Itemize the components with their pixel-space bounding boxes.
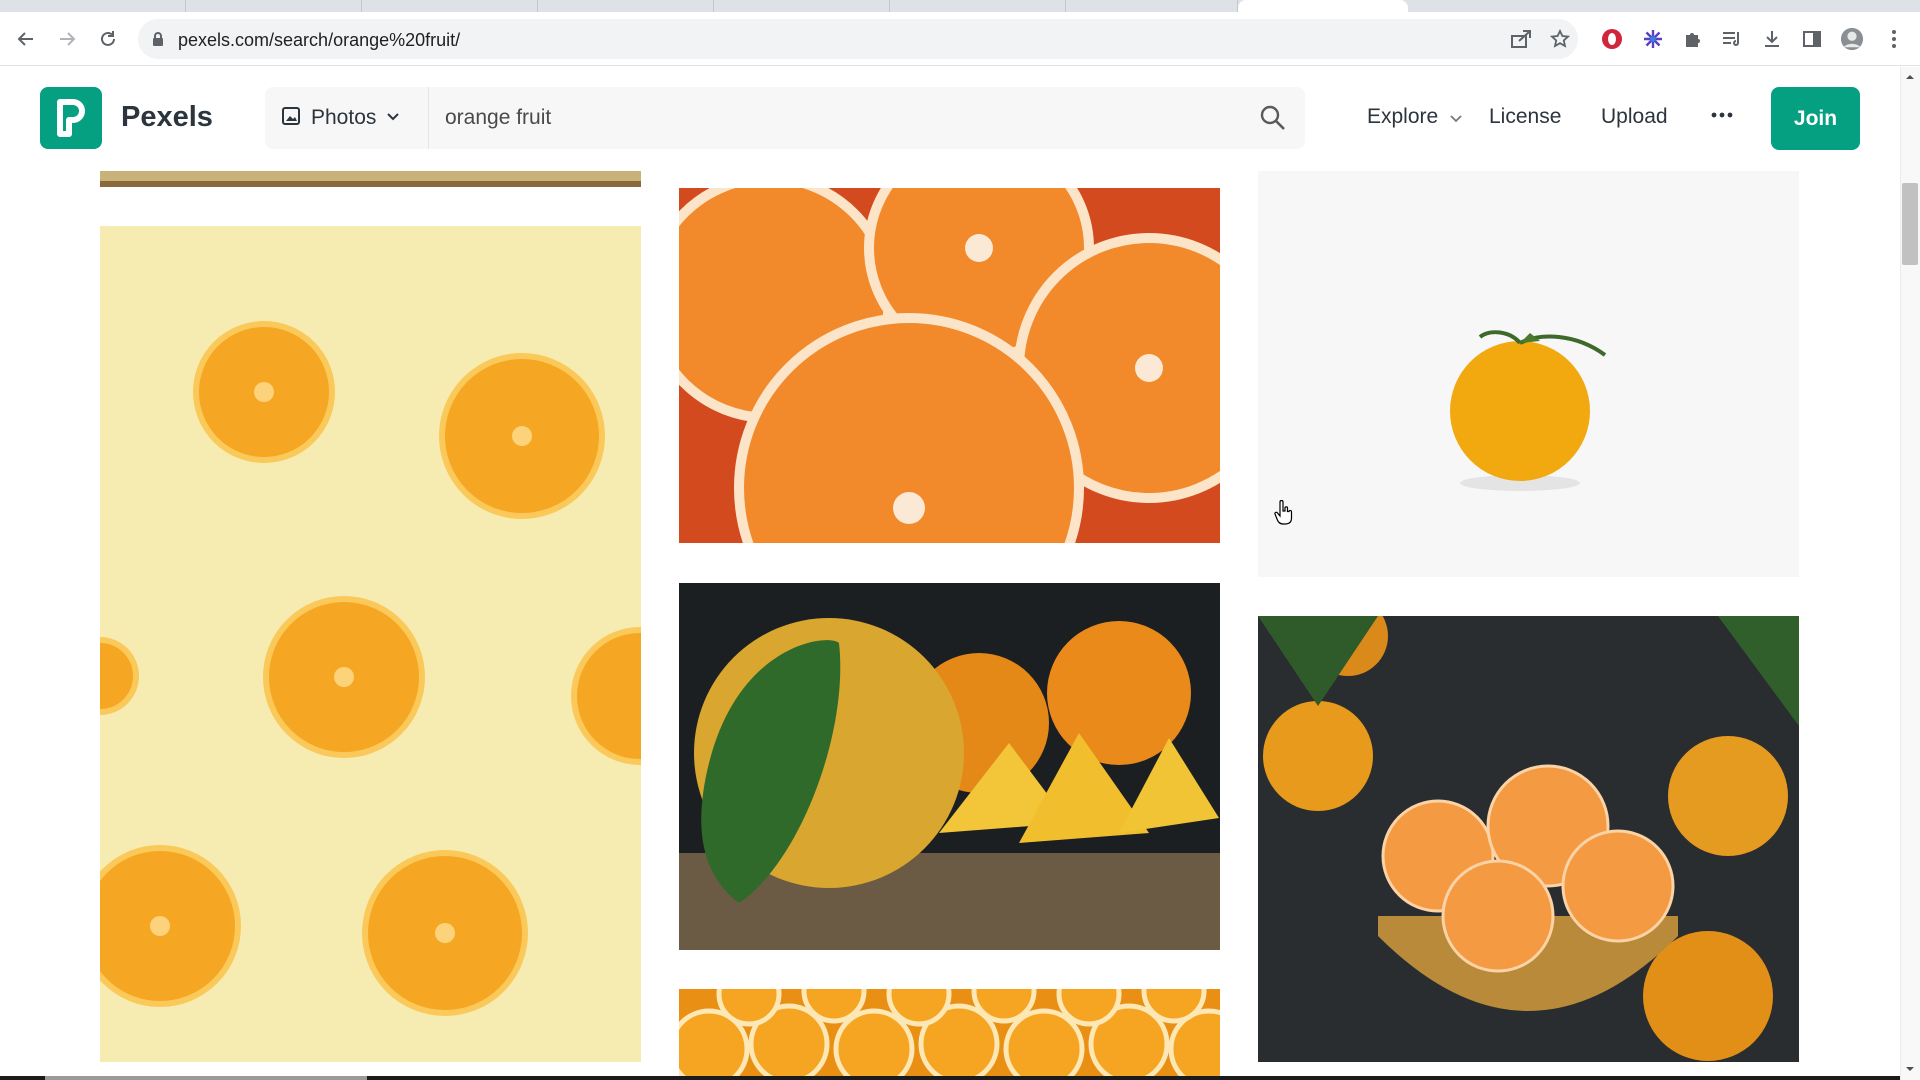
browser-tab-active[interactable] — [1238, 0, 1408, 12]
scroll-up-icon[interactable] — [1904, 70, 1916, 82]
explore-menu[interactable]: Explore — [1367, 105, 1462, 129]
hand-cursor-icon — [1274, 499, 1294, 531]
scroll-down-icon[interactable] — [1904, 1062, 1916, 1074]
single-orange-photo[interactable] — [1258, 171, 1799, 577]
scrollbar-thumb[interactable] — [1902, 183, 1918, 265]
opera-extension-icon[interactable] — [1600, 27, 1624, 51]
side-panel-icon[interactable] — [1800, 27, 1824, 51]
explore-label: Explore — [1367, 105, 1439, 128]
media-type-label: Photos — [311, 106, 377, 129]
upload-link[interactable]: Upload — [1601, 105, 1668, 129]
search-input[interactable] — [445, 101, 1225, 135]
star-icon[interactable] — [1549, 28, 1571, 54]
address-bar[interactable]: pexels.com/search/orange%20fruit/ — [138, 19, 1578, 59]
browser-tab[interactable] — [714, 0, 890, 12]
chevron-down-icon — [1450, 105, 1462, 129]
forward-icon[interactable] — [55, 27, 79, 51]
browser-tab[interactable] — [186, 0, 362, 12]
halved-oranges-rows-photo[interactable] — [679, 989, 1220, 1076]
browser-tab[interactable] — [890, 0, 1066, 12]
image-icon — [281, 106, 301, 131]
share-icon[interactable] — [1510, 29, 1532, 54]
oranges-with-leaf-photo[interactable] — [679, 583, 1220, 950]
lock-icon[interactable] — [152, 31, 164, 52]
snowflake-extension-icon[interactable] — [1641, 27, 1665, 51]
profile-avatar[interactable] — [1840, 27, 1864, 51]
search-icon[interactable] — [1259, 104, 1287, 132]
license-link[interactable]: License — [1489, 105, 1561, 129]
browser-tab[interactable] — [0, 0, 186, 12]
photo-tile[interactable] — [100, 171, 641, 187]
brand-name[interactable]: Pexels — [121, 101, 213, 134]
back-icon[interactable] — [14, 27, 38, 51]
join-button[interactable]: Join — [1771, 87, 1860, 150]
reading-list-icon[interactable] — [1720, 27, 1744, 51]
search-bar: Photos — [265, 87, 1305, 149]
browser-toolbar: pexels.com/search/orange%20fruit/ — [0, 12, 1920, 66]
cut-orange-slices-photo[interactable] — [100, 226, 641, 1062]
chevron-down-icon — [386, 109, 400, 127]
kebab-menu-icon[interactable] — [1882, 27, 1906, 51]
site-header: Pexels Photos Explore License Upload Joi… — [0, 67, 1900, 171]
reload-icon[interactable] — [96, 27, 120, 51]
more-options-icon[interactable] — [1708, 101, 1736, 129]
url-text[interactable]: pexels.com/search/orange%20fruit/ — [178, 30, 460, 51]
peeled-tangerines-bowl-photo[interactable] — [1258, 616, 1799, 1062]
blood-orange-halves-photo[interactable] — [679, 188, 1220, 543]
download-icon[interactable] — [1760, 27, 1784, 51]
puzzle-extensions-icon[interactable] — [1681, 27, 1705, 51]
media-type-dropdown[interactable]: Photos — [265, 87, 429, 149]
pexels-logo-icon[interactable] — [40, 87, 102, 149]
browser-tab[interactable] — [1066, 0, 1238, 12]
browser-tab[interactable] — [362, 0, 538, 12]
tab-strip — [0, 0, 1920, 12]
browser-tab[interactable] — [538, 0, 714, 12]
bottom-progress-bar — [0, 1076, 1900, 1080]
